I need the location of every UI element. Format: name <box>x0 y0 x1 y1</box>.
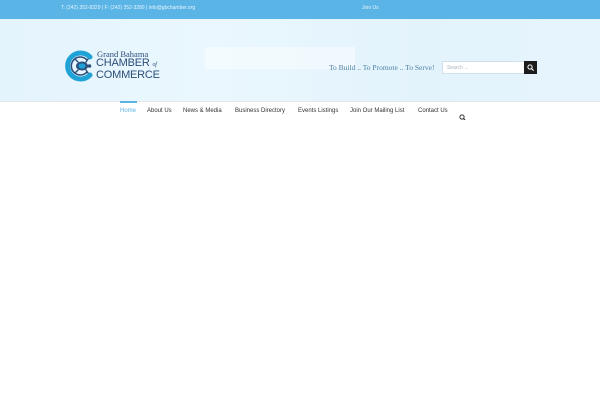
top-bar: T: (242) 352-8329 | F: (242) 352-3280 | … <box>0 0 600 19</box>
logo-line-chamber: CHAMBER of <box>96 57 157 69</box>
nav-item-about-us[interactable]: About Us <box>147 108 172 114</box>
nav-item-mailing-list[interactable]: Join Our Mailing List <box>350 108 404 114</box>
nav-item-events-listings[interactable]: Events Listings <box>298 108 338 114</box>
search-icon <box>527 64 534 71</box>
nav-item-news-media[interactable]: News & Media <box>183 108 222 114</box>
active-indicator <box>120 101 137 103</box>
nav-item-home[interactable]: Home <box>120 108 136 114</box>
logo-word-of: of <box>152 62 157 68</box>
contact-info: T: (242) 352-8329 | F: (242) 352-3280 | … <box>61 5 196 11</box>
join-us-link[interactable]: Join Us <box>362 5 379 11</box>
turtle-c-emblem-icon <box>65 50 93 82</box>
logo-line-commerce: COMMERCE <box>96 69 160 81</box>
search-input[interactable] <box>442 61 526 74</box>
header-search <box>442 61 537 74</box>
search-button[interactable] <box>524 61 537 74</box>
main-navigation: Home About Us News & Media Business Dire… <box>0 101 600 121</box>
site-header: Grand Bahama CHAMBER of COMMERCE To Buil… <box>0 19 600 101</box>
main-content <box>0 120 600 400</box>
tagline: To Build .. To Promote .. To Serve! <box>329 63 435 72</box>
nav-item-contact-us[interactable]: Contact Us <box>418 108 448 114</box>
logo-word-chamber: CHAMBER <box>96 57 150 69</box>
site-logo[interactable]: Grand Bahama CHAMBER of COMMERCE <box>63 49 163 83</box>
nav-item-business-directory[interactable]: Business Directory <box>235 108 285 114</box>
